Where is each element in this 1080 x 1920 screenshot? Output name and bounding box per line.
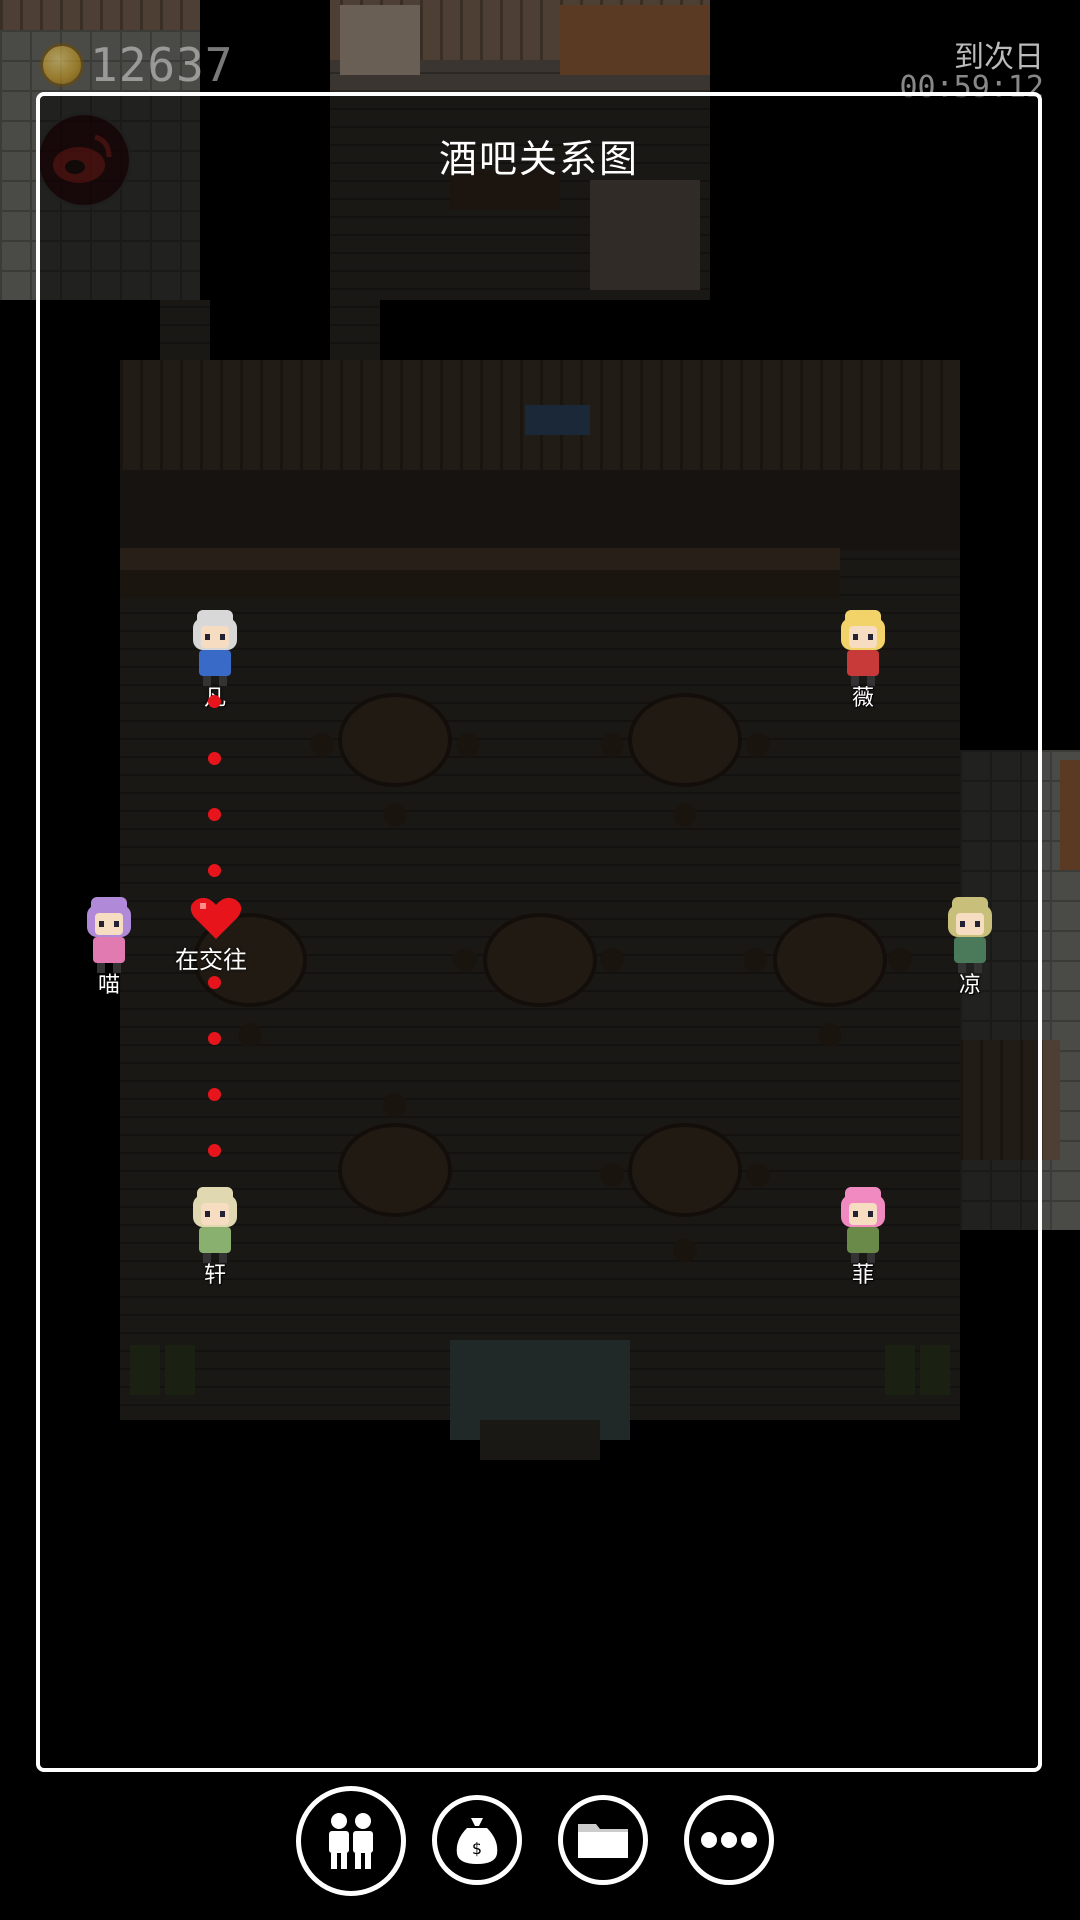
character-name: 菲	[851, 1263, 874, 1288]
money-bag-button[interactable]: $	[432, 1795, 522, 1885]
relationship-dot	[208, 752, 221, 765]
coin-value: 12637	[90, 38, 234, 92]
relationship-dot	[208, 695, 221, 708]
character-sprite-icon	[948, 897, 992, 973]
money-bag-icon: $	[456, 1818, 498, 1864]
character-2[interactable]: 喵	[74, 895, 144, 998]
relationship-dot	[208, 864, 221, 877]
character-sprite-icon	[841, 1187, 885, 1263]
relationship-button[interactable]	[296, 1786, 406, 1896]
character-name: 轩	[203, 1263, 226, 1288]
coin-counter: 12637	[40, 38, 234, 92]
relationship-dot	[208, 1032, 221, 1045]
svg-text:$: $	[472, 1839, 482, 1858]
relationship-status: 在交往	[175, 946, 247, 974]
relationship-panel: 酒吧关系图	[36, 92, 1042, 1772]
relationship-dot	[208, 1088, 221, 1101]
people-icon	[329, 1813, 373, 1869]
character-name: 喵	[97, 973, 120, 998]
relationship-dot	[208, 1144, 221, 1157]
heart-icon	[190, 897, 242, 939]
character-sprite-icon	[193, 1187, 237, 1263]
folder-icon	[578, 1824, 628, 1858]
folder-button[interactable]	[558, 1795, 648, 1885]
character-name: 凉	[958, 973, 981, 998]
relationship-dot	[208, 808, 221, 821]
more-icon	[701, 1832, 757, 1848]
character-4[interactable]: 轩	[180, 1185, 250, 1288]
more-button[interactable]	[684, 1795, 774, 1885]
character-3[interactable]: 凉	[935, 895, 1005, 998]
character-sprite-icon	[193, 610, 237, 686]
coin-icon	[40, 43, 84, 87]
character-0[interactable]: 凡	[180, 608, 250, 711]
relationship-dot	[208, 976, 221, 989]
character-name: 薇	[851, 686, 874, 711]
character-sprite-icon	[841, 610, 885, 686]
character-5[interactable]: 菲	[828, 1185, 898, 1288]
panel-title: 酒吧关系图	[438, 137, 639, 181]
character-1[interactable]: 薇	[828, 608, 898, 711]
character-sprite-icon	[87, 897, 131, 973]
